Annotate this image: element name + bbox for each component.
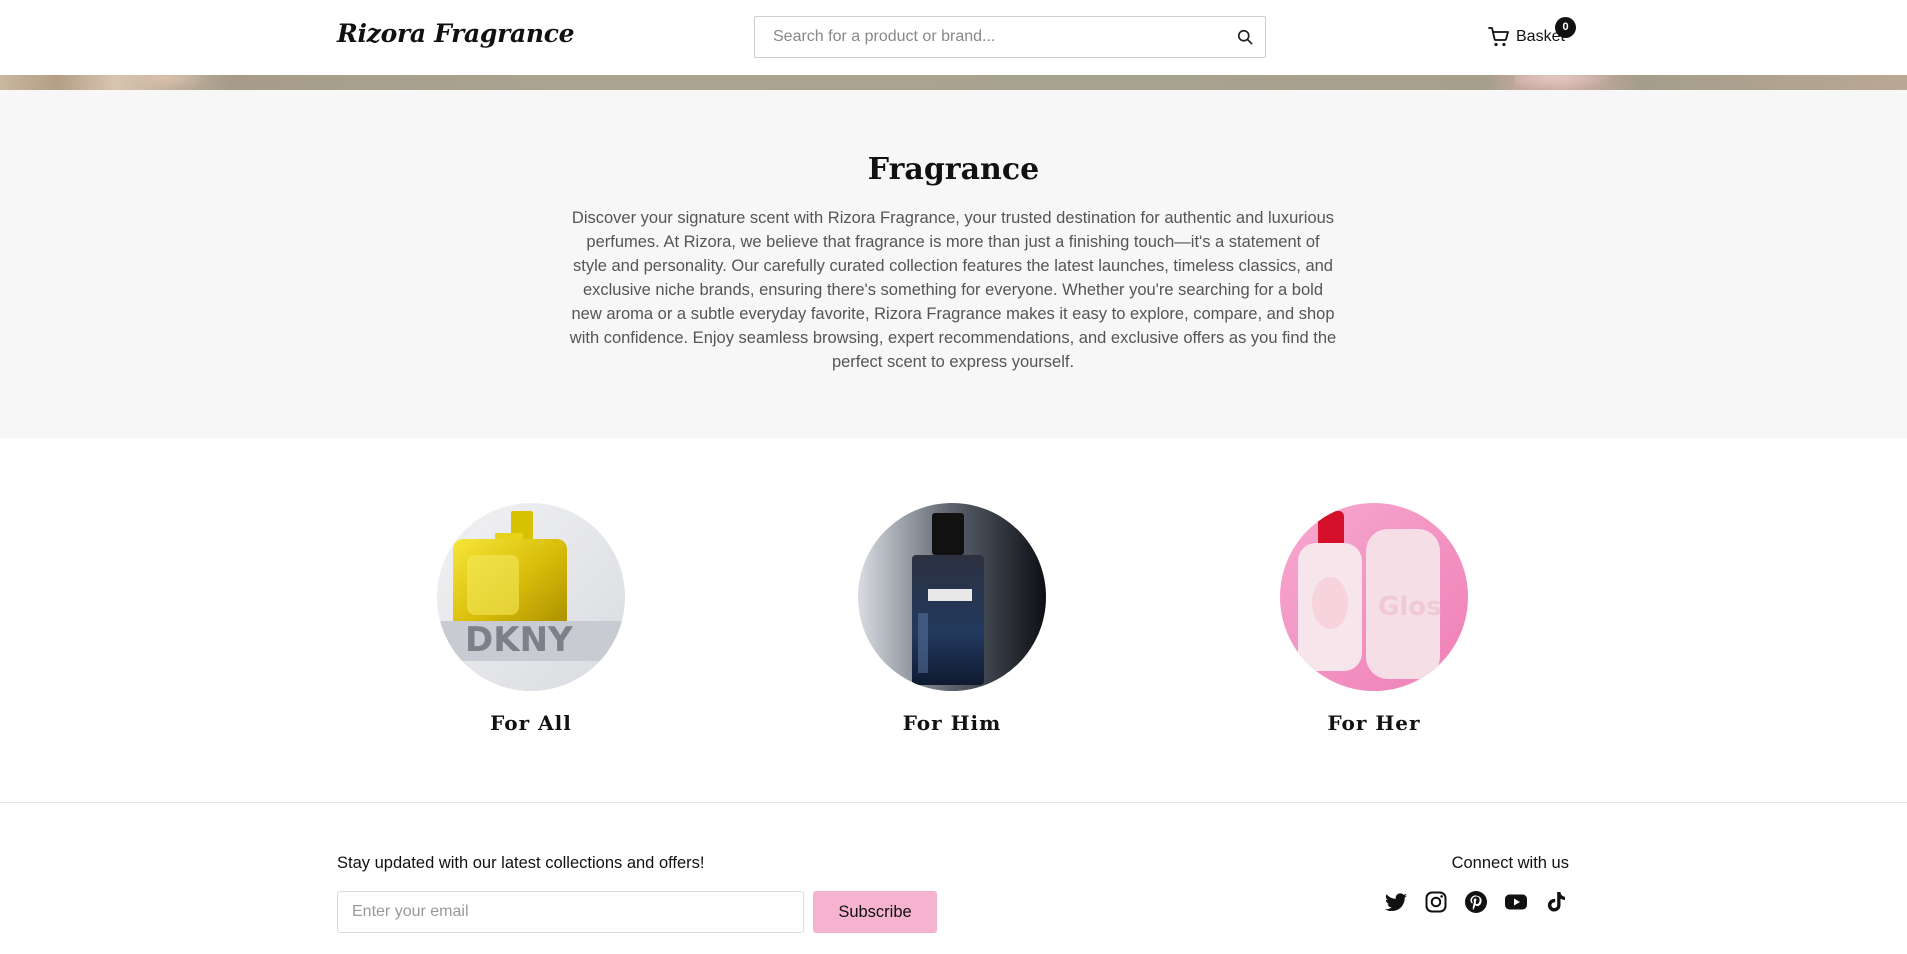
email-field[interactable] xyxy=(337,891,804,933)
search-input[interactable] xyxy=(771,17,1211,57)
cart-icon xyxy=(1488,27,1509,47)
category-for-him[interactable]: For Him xyxy=(832,503,1072,735)
youtube-icon[interactable] xyxy=(1504,890,1528,914)
intro-description: Discover your signature scent with Rizor… xyxy=(569,209,1337,371)
hero-banner-image xyxy=(0,75,1907,90)
social-links xyxy=(1384,890,1568,914)
subscribe-button[interactable]: Subscribe xyxy=(813,891,937,933)
instagram-icon[interactable] xyxy=(1424,890,1448,914)
basket-button[interactable]: Basket 0 xyxy=(1487,17,1576,50)
newsletter-heading: Stay updated with our latest collections… xyxy=(337,854,705,872)
dark-perfume-image xyxy=(858,503,1046,691)
connect-heading: Connect with us xyxy=(1451,854,1569,872)
site-logo[interactable]: Rizora Fragrance xyxy=(337,19,575,48)
category-label: For All xyxy=(490,711,572,735)
site-header: Rizora Fragrance Basket 0 xyxy=(0,0,1907,75)
pink-perfume-image: Glos xyxy=(1280,503,1468,691)
category-for-all[interactable]: DKNY For All xyxy=(411,503,651,735)
page-title: Fragrance xyxy=(867,152,1040,187)
tiktok-icon[interactable] xyxy=(1544,890,1568,914)
svg-text:DKNY: DKNY xyxy=(465,620,573,660)
svg-text:Glos: Glos xyxy=(1378,592,1442,622)
basket-count-badge: 0 xyxy=(1555,17,1576,38)
category-label: For Him xyxy=(902,711,1002,735)
intro-section: Fragrance Discover your signature scent … xyxy=(0,90,1907,438)
category-label: For Her xyxy=(1327,711,1421,735)
search-box xyxy=(754,16,1266,58)
search-icon[interactable] xyxy=(1235,27,1255,47)
footer-divider xyxy=(0,802,1907,803)
pinterest-icon[interactable] xyxy=(1464,890,1488,914)
yellow-perfume-image: DKNY xyxy=(437,503,625,691)
category-for-her[interactable]: Glos For Her xyxy=(1254,503,1494,735)
twitter-icon[interactable] xyxy=(1384,890,1408,914)
